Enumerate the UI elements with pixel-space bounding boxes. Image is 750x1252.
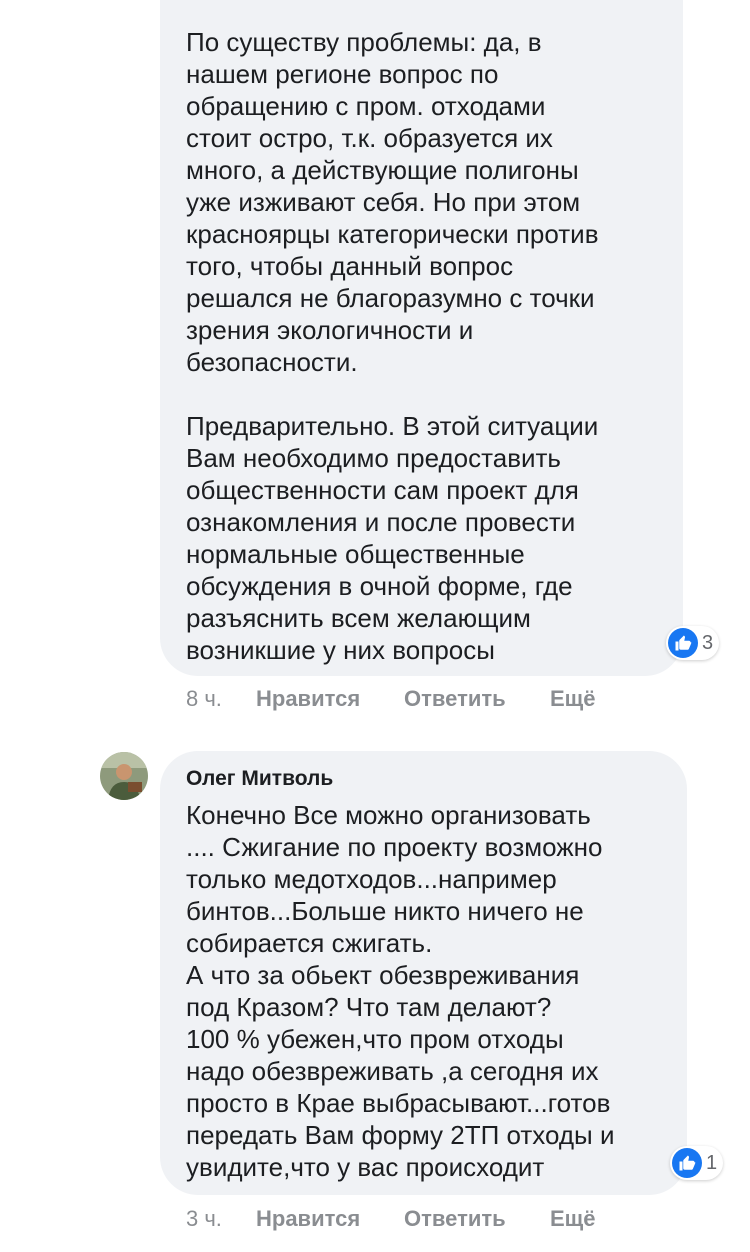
reply-button[interactable]: Ответить <box>404 686 550 712</box>
comment-actions: 8 ч. Нравится Ответить Ещё <box>186 686 595 712</box>
comment-bubble: Олег Митволь Конечно Все можно организов… <box>160 751 687 1195</box>
reaction-badge[interactable]: 3 <box>666 626 720 660</box>
more-button[interactable]: Ещё <box>550 686 595 712</box>
reaction-count: 3 <box>702 631 714 654</box>
avatar[interactable] <box>100 752 148 800</box>
reaction-count: 1 <box>706 1151 718 1174</box>
comment-text: По существу проблемы: да, в нашем регион… <box>186 27 599 665</box>
reaction-badge[interactable]: 1 <box>670 1146 724 1180</box>
comment-time[interactable]: 8 ч. <box>186 686 256 712</box>
comment-bubble: По существу проблемы: да, в нашем регион… <box>160 0 683 676</box>
comment-time[interactable]: 3 ч. <box>186 1206 256 1232</box>
comment-actions: 3 ч. Нравится Ответить Ещё <box>186 1206 595 1232</box>
like-button[interactable]: Нравится <box>256 1206 404 1232</box>
like-button[interactable]: Нравится <box>256 686 404 712</box>
like-icon <box>668 628 698 658</box>
comment-author[interactable]: Олег Митволь <box>186 767 333 791</box>
comment-text: Конечно Все можно организовать .... Сжиг… <box>186 800 615 1182</box>
more-button[interactable]: Ещё <box>550 1206 595 1232</box>
like-icon <box>672 1148 702 1178</box>
reply-button[interactable]: Ответить <box>404 1206 550 1232</box>
